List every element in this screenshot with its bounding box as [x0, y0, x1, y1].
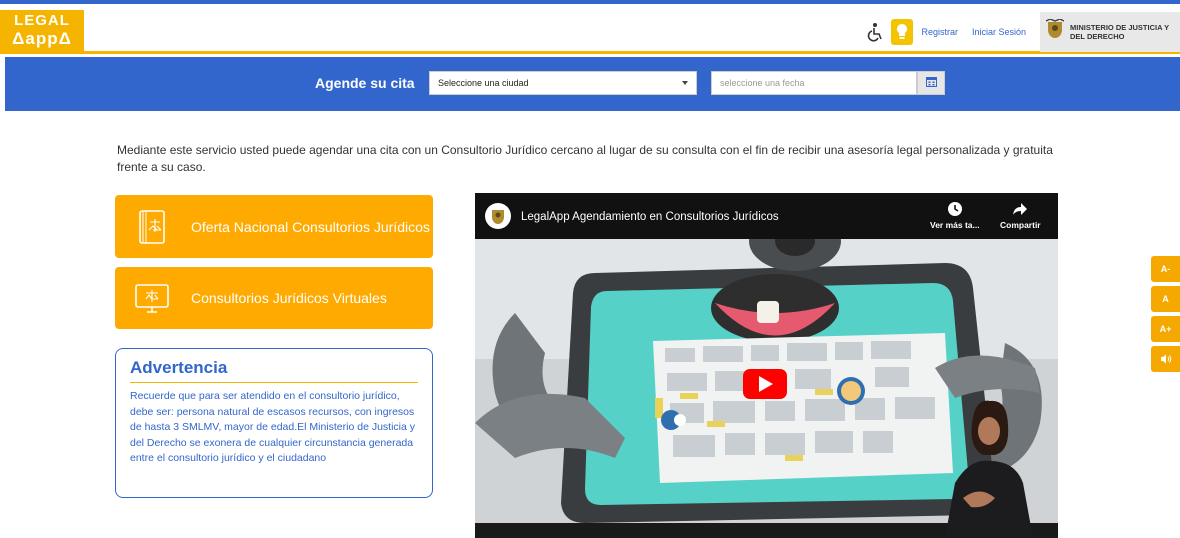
- video-title[interactable]: LegalApp Agendamiento en Consultorios Ju…: [521, 211, 779, 223]
- ministry-logo[interactable]: MINISTERIO DE JUSTICIA Y DEL DERECHO: [1040, 12, 1180, 52]
- date-input-placeholder: seleccione una fecha: [720, 78, 805, 88]
- video-thumbnail-illustration: [475, 211, 1058, 538]
- increase-font-button[interactable]: A+: [1151, 316, 1180, 342]
- national-offer-button[interactable]: Oferta Nacional Consultorios Jurídicos: [115, 195, 433, 258]
- city-select[interactable]: Seleccione una ciudad: [429, 71, 697, 95]
- coat-of-arms-icon: [1045, 17, 1065, 46]
- logo-line1: LEGAL: [14, 12, 70, 29]
- appointment-bar: Agende su cita Seleccione una ciudad sel…: [5, 57, 1180, 111]
- share-action[interactable]: Compartir: [1000, 201, 1041, 230]
- virtual-consultorios-label: Consultorios Jurídicos Virtuales: [191, 290, 387, 306]
- law-book-icon: [133, 208, 171, 246]
- site-header: LEGAL ΔappΔ Registrar Iniciar Sesión MIN…: [0, 4, 1180, 54]
- register-link[interactable]: Registrar: [921, 27, 958, 37]
- appointment-label: Agende su cita: [315, 75, 415, 91]
- audio-button[interactable]: [1151, 346, 1180, 372]
- intro-text: Mediante este servicio usted puede agend…: [117, 143, 1053, 174]
- header-right-group: Registrar Iniciar Sesión MINISTERIO DE J…: [865, 10, 1180, 54]
- virtual-consultorios-button[interactable]: Consultorios Jurídicos Virtuales: [115, 267, 433, 329]
- clock-icon: [947, 202, 962, 216]
- city-select-value: Seleccione una ciudad: [438, 78, 529, 88]
- national-offer-label: Oferta Nacional Consultorios Jurídicos: [191, 218, 430, 235]
- speaker-icon: [1160, 354, 1171, 364]
- ministry-line2: DEL DERECHO: [1070, 32, 1125, 41]
- login-link[interactable]: Iniciar Sesión: [972, 27, 1026, 37]
- share-arrow-icon: [1013, 203, 1028, 215]
- warning-box: Advertencia Recuerde que para ser atendi…: [115, 348, 433, 498]
- chevron-down-icon: [682, 81, 688, 85]
- font-size-toolbar: A- A A+: [1151, 256, 1180, 376]
- calendar-icon: [925, 74, 937, 92]
- logo-line2: ΔappΔ: [12, 29, 72, 48]
- watch-later-action[interactable]: Ver más ta...: [930, 201, 980, 230]
- ministry-line1: MINISTERIO DE JUSTICIA Y: [1070, 23, 1170, 32]
- date-input[interactable]: seleccione una fecha: [711, 71, 917, 95]
- share-label: Compartir: [1000, 220, 1041, 230]
- lightbulb-icon[interactable]: [891, 19, 914, 45]
- accessibility-icon[interactable]: [865, 22, 885, 42]
- monitor-scales-icon: [133, 279, 171, 317]
- ministry-text: MINISTERIO DE JUSTICIA Y DEL DERECHO: [1070, 23, 1169, 41]
- watch-later-label: Ver más ta...: [930, 220, 980, 230]
- video-top-bar: LegalApp Agendamiento en Consultorios Ju…: [475, 193, 1058, 239]
- video-player[interactable]: LegalApp Agendamiento en Consultorios Ju…: [475, 193, 1058, 538]
- decrease-font-button[interactable]: A-: [1151, 256, 1180, 282]
- calendar-button[interactable]: [917, 71, 945, 95]
- normal-font-button[interactable]: A: [1151, 286, 1180, 312]
- warning-body: Recuerde que para ser atendido en el con…: [130, 390, 416, 464]
- warning-title: Advertencia: [130, 358, 418, 383]
- legalapp-logo[interactable]: LEGAL ΔappΔ: [0, 10, 84, 54]
- channel-avatar-icon[interactable]: [485, 203, 511, 229]
